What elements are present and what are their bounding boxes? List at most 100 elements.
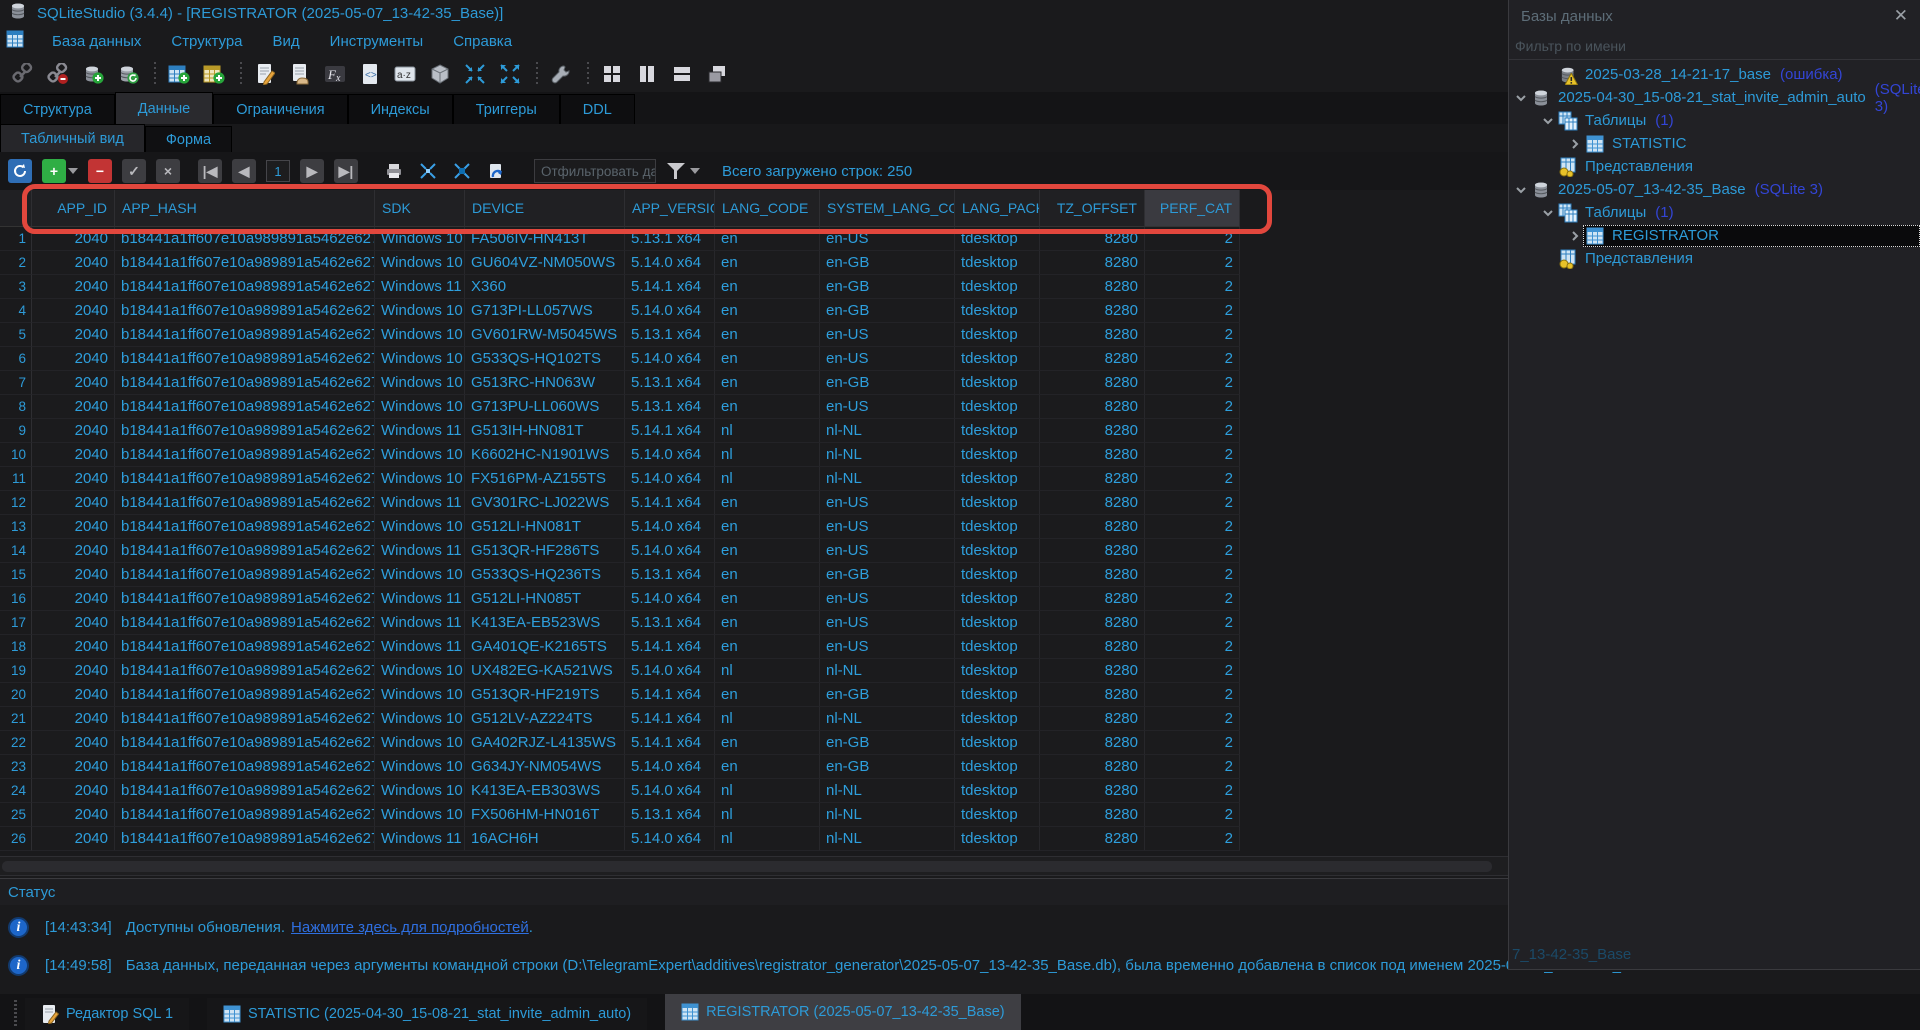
cell-system_lang_code[interactable]: nl-NL (820, 827, 955, 851)
tab-данные[interactable]: Данные (115, 92, 213, 124)
print-icon[interactable] (382, 159, 406, 183)
cell-lang_pack[interactable]: tdesktop (955, 371, 1040, 395)
cell-device[interactable]: G713PU-LL060WS (465, 395, 625, 419)
cell-system_lang_code[interactable]: en-US (820, 323, 955, 347)
cell-sdk[interactable]: Windows 11 (375, 275, 465, 299)
cell-perf_cat[interactable]: 2 (1145, 395, 1240, 419)
cell-tz_offset[interactable]: 8280 (1040, 587, 1145, 611)
cell-perf_cat[interactable]: 2 (1145, 251, 1240, 275)
cell-lang_code[interactable]: en (715, 371, 820, 395)
cell-app_hash[interactable]: b18441a1ff607e10a989891a5462e627 (115, 419, 375, 443)
cell-tz_offset[interactable]: 8280 (1040, 323, 1145, 347)
cell-device[interactable]: G513IH-HN081T (465, 419, 625, 443)
cell-system_lang_code[interactable]: en-GB (820, 299, 955, 323)
cell-device[interactable]: GA401QE-K2165TS (465, 635, 625, 659)
cell-lang_pack[interactable]: tdesktop (955, 491, 1040, 515)
cell-tz_offset[interactable]: 8280 (1040, 707, 1145, 731)
row-number[interactable]: 1 (0, 227, 32, 251)
cell-lang_pack[interactable]: tdesktop (955, 611, 1040, 635)
connect-icon[interactable] (10, 61, 36, 87)
cell-perf_cat[interactable]: 2 (1145, 443, 1240, 467)
menu-справка[interactable]: Справка (451, 31, 514, 52)
cell-lang_pack[interactable]: tdesktop (955, 395, 1040, 419)
cell-app_version[interactable]: 5.13.1 x64 (625, 611, 715, 635)
cell-lang_code[interactable]: en (715, 563, 820, 587)
cell-lang_pack[interactable]: tdesktop (955, 251, 1040, 275)
cell-system_lang_code[interactable]: en-GB (820, 731, 955, 755)
cell-app_hash[interactable]: b18441a1ff607e10a989891a5462e627 (115, 731, 375, 755)
row-number[interactable]: 24 (0, 779, 32, 803)
cell-system_lang_code[interactable]: en-US (820, 515, 955, 539)
column-header-app_hash[interactable]: APP_HASH (115, 190, 375, 227)
cell-system_lang_code[interactable]: en-US (820, 347, 955, 371)
wrench-icon[interactable] (548, 61, 574, 87)
cell-lang_code[interactable]: en (715, 587, 820, 611)
cell-sdk[interactable]: Windows 10 (375, 779, 465, 803)
cell-app_hash[interactable]: b18441a1ff607e10a989891a5462e627 (115, 659, 375, 683)
cell-app_hash[interactable]: b18441a1ff607e10a989891a5462e627 (115, 323, 375, 347)
cell-app_id[interactable]: 2040 (32, 227, 115, 251)
cell-device[interactable]: G513QR-HF286TS (465, 539, 625, 563)
cell-device[interactable]: GV301RC-LJ022WS (465, 491, 625, 515)
cell-lang_code[interactable]: en (715, 491, 820, 515)
cell-lang_pack[interactable]: tdesktop (955, 419, 1040, 443)
column-header-system_lang_code[interactable]: SYSTEM_LANG_CODE (820, 190, 955, 227)
cell-app_version[interactable]: 5.14.1 x64 (625, 635, 715, 659)
cell-tz_offset[interactable]: 8280 (1040, 683, 1145, 707)
row-number[interactable]: 11 (0, 467, 32, 491)
cell-device[interactable]: UX482EG-KA521WS (465, 659, 625, 683)
cell-device[interactable]: K6602HC-N1901WS (465, 443, 625, 467)
filter-data-input[interactable]: Отфильтровать да... (534, 159, 656, 183)
cell-lang_pack[interactable]: tdesktop (955, 275, 1040, 299)
cell-device[interactable]: G533QS-HQ236TS (465, 563, 625, 587)
cell-perf_cat[interactable]: 2 (1145, 563, 1240, 587)
cell-app_id[interactable]: 2040 (32, 251, 115, 275)
cell-system_lang_code[interactable]: en-US (820, 395, 955, 419)
collapse-all-icon[interactable] (462, 61, 488, 87)
cell-lang_pack[interactable]: tdesktop (955, 539, 1040, 563)
cell-app_hash[interactable]: b18441a1ff607e10a989891a5462e627 (115, 755, 375, 779)
row-number[interactable]: 18 (0, 635, 32, 659)
cell-device[interactable]: GU604VZ-NM050WS (465, 251, 625, 275)
chevron-down-icon[interactable] (1513, 92, 1529, 104)
subtab-форма[interactable]: Форма (145, 126, 232, 152)
column-header-lang_code[interactable]: LANG_CODE (715, 190, 820, 227)
cell-tz_offset[interactable]: 8280 (1040, 659, 1145, 683)
cell-sdk[interactable]: Windows 10 (375, 371, 465, 395)
cell-device[interactable]: G713PI-LL057WS (465, 299, 625, 323)
tabbar-drag-handle[interactable] (14, 1000, 17, 1026)
tree-item-body[interactable]: Представления (1556, 248, 1920, 270)
tree-item-body[interactable]: Представления (1556, 156, 1920, 178)
cell-lang_pack[interactable]: tdesktop (955, 299, 1040, 323)
column-header-lang_pack[interactable]: LANG_PACK (955, 190, 1040, 227)
cell-tz_offset[interactable]: 8280 (1040, 491, 1145, 515)
cell-app_version[interactable]: 5.14.0 x64 (625, 659, 715, 683)
sort-az-icon[interactable]: a·z (392, 61, 418, 87)
cell-app_id[interactable]: 2040 (32, 779, 115, 803)
cell-sdk[interactable]: Windows 10 (375, 563, 465, 587)
cell-tz_offset[interactable]: 8280 (1040, 347, 1145, 371)
cell-tz_offset[interactable]: 8280 (1040, 395, 1145, 419)
cell-app_id[interactable]: 2040 (32, 395, 115, 419)
commit-all-icon[interactable] (416, 159, 440, 183)
row-number[interactable]: 13 (0, 515, 32, 539)
cell-tz_offset[interactable]: 8280 (1040, 635, 1145, 659)
cell-system_lang_code[interactable]: nl-NL (820, 467, 955, 491)
cell-tz_offset[interactable]: 8280 (1040, 779, 1145, 803)
cell-device[interactable]: G512LI-HN085T (465, 587, 625, 611)
cell-lang_code[interactable]: en (715, 755, 820, 779)
cell-device[interactable]: G512LV-AZ224TS (465, 707, 625, 731)
cell-app_version[interactable]: 5.14.0 x64 (625, 755, 715, 779)
cell-lang_code[interactable]: en (715, 275, 820, 299)
cell-app_id[interactable]: 2040 (32, 419, 115, 443)
cell-app_id[interactable]: 2040 (32, 491, 115, 515)
tree-item-представления[interactable]: Представления (1509, 247, 1920, 270)
cell-perf_cat[interactable]: 2 (1145, 515, 1240, 539)
cell-tz_offset[interactable]: 8280 (1040, 371, 1145, 395)
cell-app_hash[interactable]: b18441a1ff607e10a989891a5462e627 (115, 347, 375, 371)
cell-app_id[interactable]: 2040 (32, 803, 115, 827)
column-header-tz_offset[interactable]: TZ_OFFSET (1040, 190, 1145, 227)
cell-perf_cat[interactable]: 2 (1145, 755, 1240, 779)
cell-sdk[interactable]: Windows 10 (375, 803, 465, 827)
database-add-icon[interactable] (80, 61, 106, 87)
